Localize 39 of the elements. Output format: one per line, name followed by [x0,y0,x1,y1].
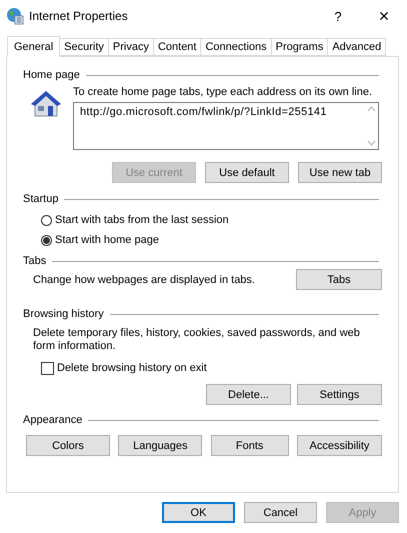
instruction-text: To create home page tabs, type each address on its own line. [73,86,374,98]
app-icon [6,7,24,25]
radio-button[interactable] [41,214,52,226]
checkbox-option[interactable]: Delete browsing history on exit [33,358,379,378]
colors-button[interactable]: Colors [26,435,110,456]
description-text: Delete temporary files, history, cookies, saved passwords, and web form information. [33,326,361,353]
use-new-tab-button[interactable]: Use new tab [298,162,382,183]
cancel-button[interactable]: Cancel [244,502,317,523]
tab[interactable]: General [7,36,60,57]
tab[interactable]: Connections [201,38,272,56]
radio-option[interactable]: Start with tabs from the last session [33,210,379,230]
use-default-button[interactable]: Use default [205,162,289,183]
tab[interactable]: Privacy [108,38,154,56]
tab[interactable]: Advanced [328,38,386,56]
close-button[interactable]: × [373,6,395,26]
accessibility-button[interactable]: Accessibility [296,435,382,456]
group-heading: Tabs [23,255,46,267]
tab[interactable]: Content [154,38,202,56]
ok-button[interactable]: OK [162,502,235,523]
radio-label: Start with tabs from the last session [55,214,229,226]
checkbox[interactable] [41,362,54,374]
radio-option[interactable]: Start with home page [33,230,379,250]
radio-label: Start with home page [55,234,159,246]
tab[interactable]: Programs [272,38,328,56]
description-text: Change how webpages are displayed in tabs. [33,274,255,286]
settings-button[interactable]: Settings [297,384,382,405]
help-button[interactable]: ? [328,8,348,24]
tab[interactable]: Security [60,38,109,56]
radio-button[interactable] [41,234,52,246]
tabs-button[interactable]: Tabs [296,269,382,290]
group-heading: Browsing history [23,308,104,320]
group-heading: Appearance [23,414,82,426]
fonts-button[interactable]: Fonts [210,435,289,456]
languages-button[interactable]: Languages [118,435,202,456]
delete-button[interactable]: Delete... [206,384,291,405]
checkbox-label: Delete browsing history on exit [57,362,207,374]
group-heading: Home page [23,69,80,81]
window-title: Internet Properties [29,9,129,23]
group-heading: Startup [23,193,58,205]
